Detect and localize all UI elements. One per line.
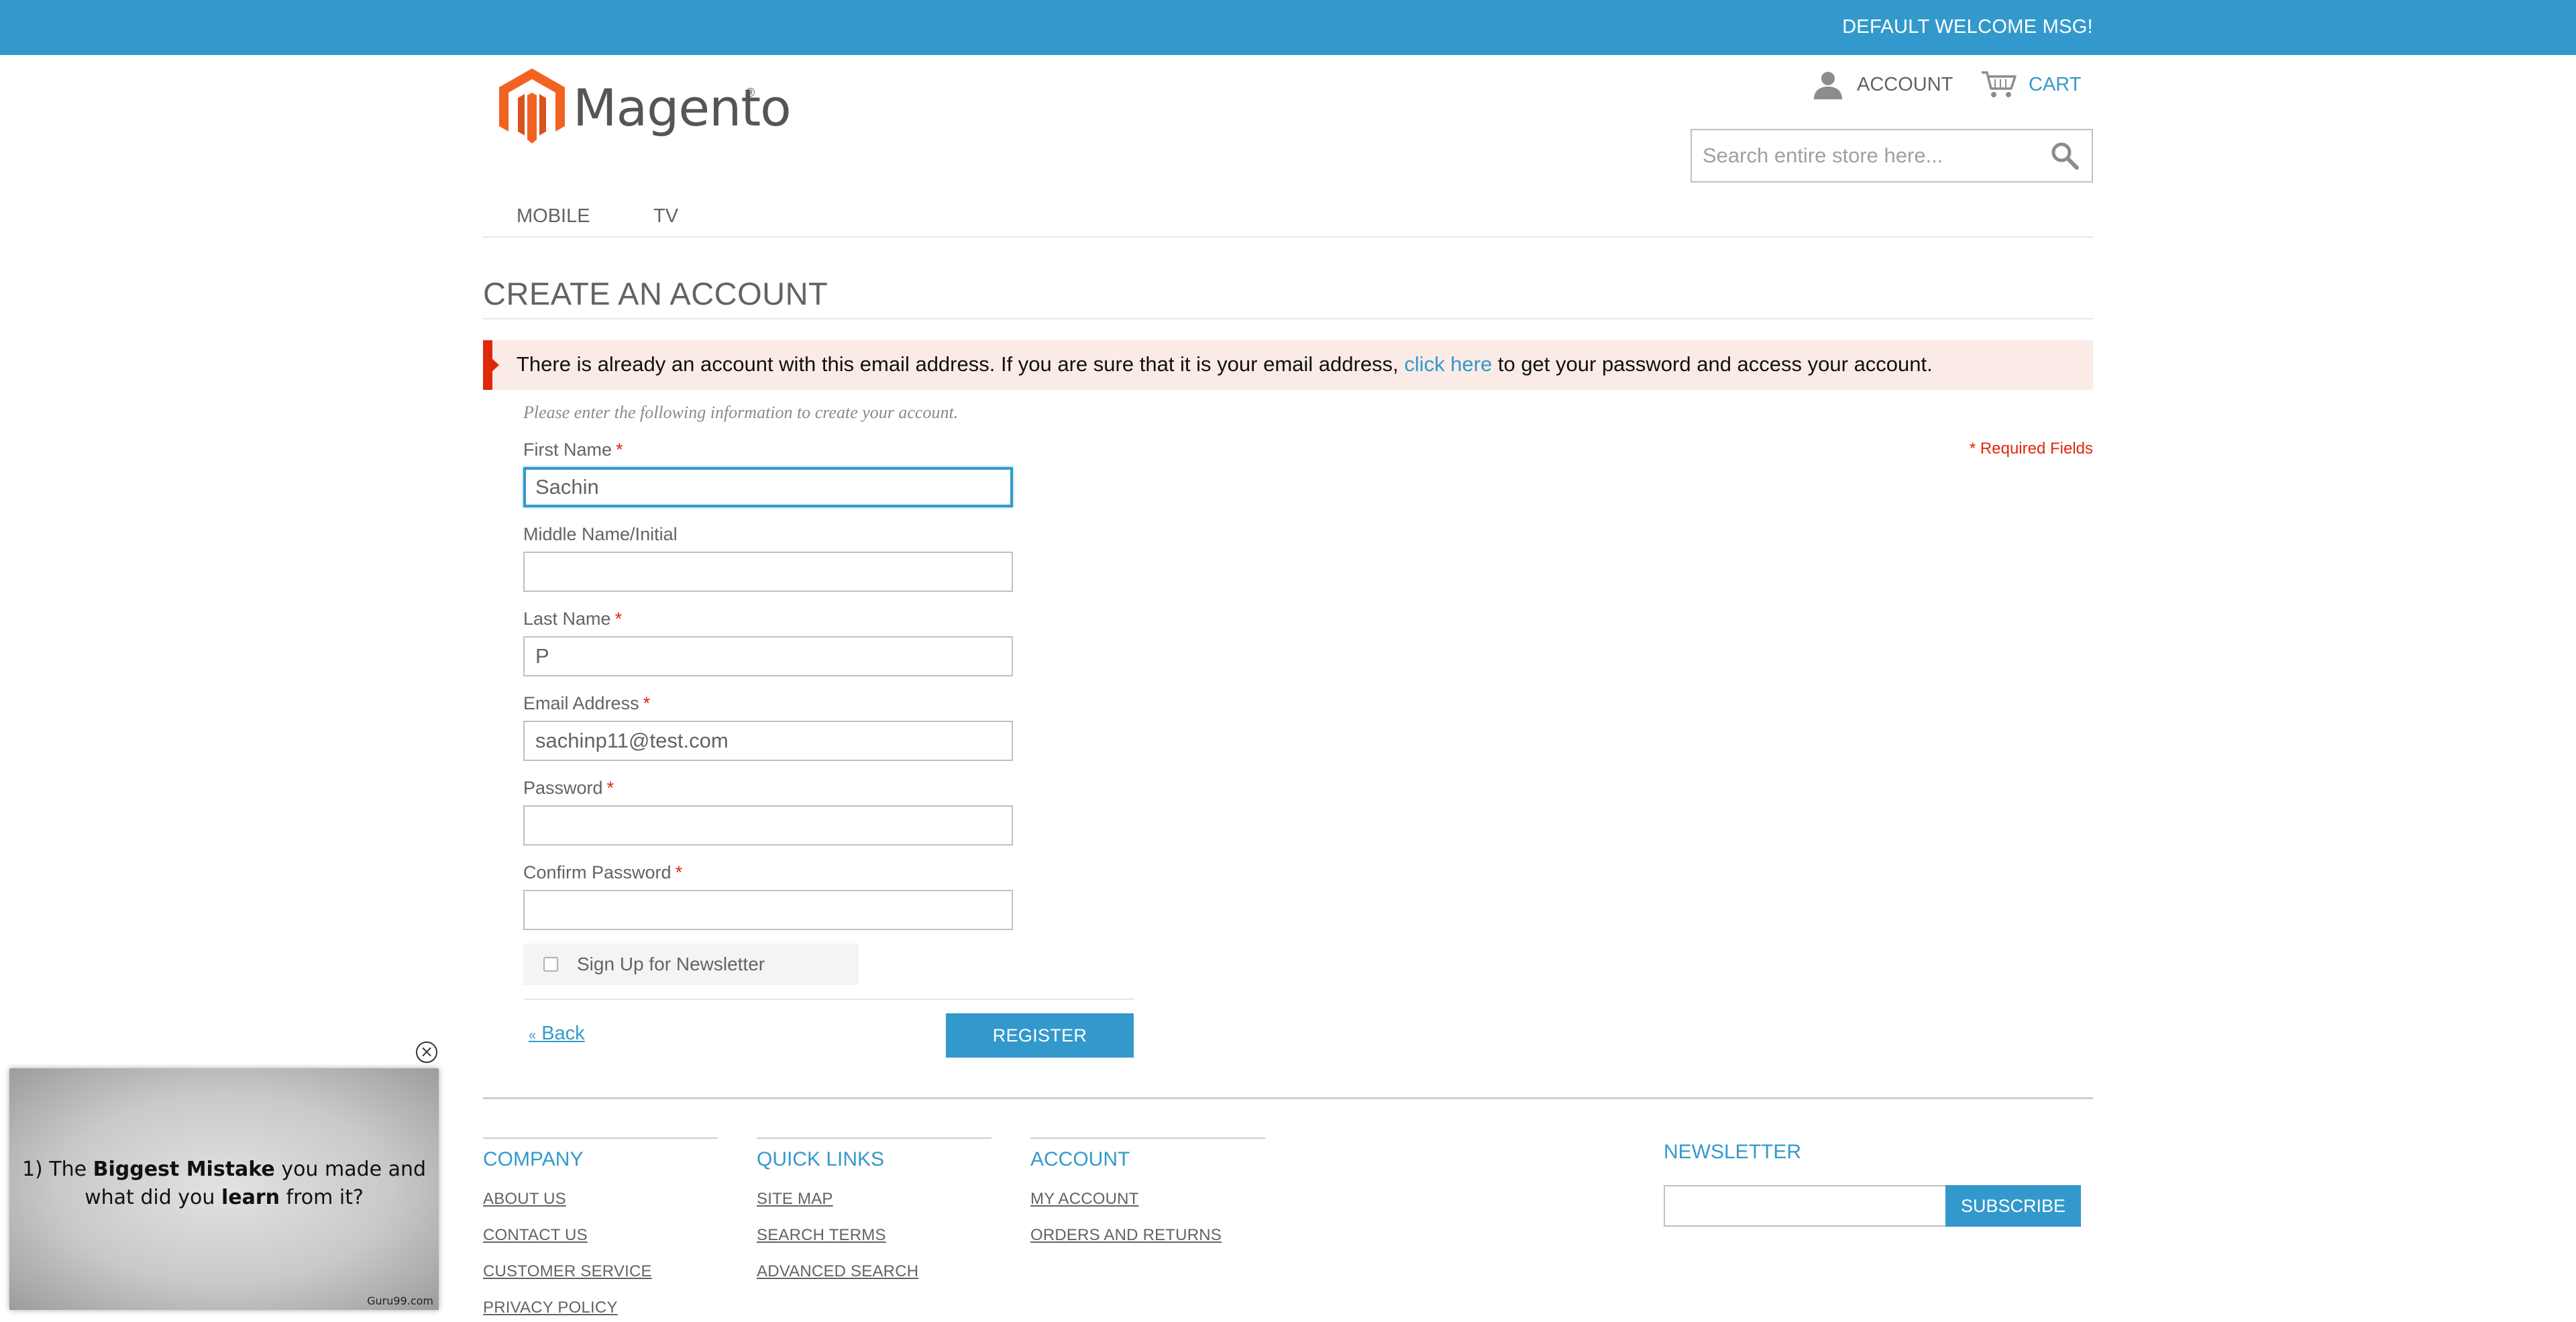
video-popup[interactable]: 1) The Biggest Mistake you made and what…	[9, 1068, 439, 1310]
error-text-before: There is already an account with this em…	[517, 352, 1405, 376]
popup-q-mid1: you made and	[274, 1158, 427, 1181]
account-label: ACCOUNT	[1857, 73, 1953, 95]
welcome-message: DEFAULT WELCOME MSG!	[1842, 16, 2093, 38]
newsletter-email-input[interactable]	[1664, 1185, 1947, 1227]
register-button[interactable]: REGISTER	[946, 1013, 1134, 1058]
footer-company: COMPANY ABOUT US CONTACT US CUSTOMER SER…	[483, 1137, 718, 1317]
newsletter-checkbox-label[interactable]: Sign Up for Newsletter	[577, 954, 765, 975]
page-title: CREATE AN ACCOUNT	[483, 276, 828, 311]
last-name-label: Last Name *	[523, 609, 622, 629]
first-name-field[interactable]	[523, 467, 1013, 507]
middle-name-label-text: Middle Name/Initial	[523, 524, 678, 544]
search-button[interactable]	[2050, 141, 2080, 174]
required-mark: *	[675, 862, 683, 882]
search-input[interactable]	[1692, 130, 2041, 181]
back-link[interactable]: « Back	[529, 1023, 585, 1045]
form-intro: Please enter the following information t…	[523, 403, 959, 422]
search-icon	[2051, 142, 2079, 170]
cart-label: CART	[2029, 73, 2082, 95]
logo-registered-mark: ®	[746, 86, 755, 99]
logo-text: Magento	[573, 78, 792, 138]
footer-column-rule	[483, 1137, 718, 1139]
footer-account: ACCOUNT MY ACCOUNT ORDERS AND RETURNS	[1030, 1137, 1265, 1245]
popup-q-suffix: from it?	[279, 1186, 364, 1209]
account-link[interactable]: ACCOUNT	[1813, 70, 1953, 99]
error-text: There is already an account with this em…	[517, 352, 1933, 376]
confirm-password-field[interactable]	[523, 890, 1013, 930]
footer-quick-links: QUICK LINKS SITE MAP SEARCH TERMS ADVANC…	[757, 1137, 991, 1281]
footer-divider	[483, 1097, 2093, 1099]
required-mark: *	[616, 440, 623, 460]
footer-quick-links-heading: QUICK LINKS	[757, 1148, 885, 1170]
footer-link-contact-us[interactable]: CONTACT US	[483, 1226, 718, 1245]
store-logo[interactable]: Magento ®	[495, 66, 792, 146]
popup-q-bold1: Biggest Mistake	[93, 1158, 275, 1181]
footer-link-orders-and-returns[interactable]: ORDERS AND RETURNS	[1030, 1226, 1265, 1245]
footer-column-rule	[757, 1137, 991, 1139]
confirm-password-label: Confirm Password *	[523, 862, 682, 883]
cart-icon	[1982, 71, 2017, 97]
footer-newsletter-heading: NEWSLETTER	[1664, 1141, 1802, 1163]
password-label: Password *	[523, 778, 614, 799]
last-name-field[interactable]	[523, 636, 1013, 676]
first-name-label-text: First Name	[523, 440, 612, 460]
search-box	[1690, 129, 2093, 183]
popup-q-line2-prefix: what did you	[85, 1186, 221, 1209]
footer-column-rule	[1030, 1137, 1265, 1139]
confirm-password-label-text: Confirm Password	[523, 862, 672, 882]
password-field[interactable]	[523, 805, 1013, 846]
first-name-label: First Name *	[523, 440, 623, 460]
newsletter-checkbox[interactable]	[543, 957, 558, 972]
close-icon: ×	[419, 1042, 434, 1061]
popup-q-prefix: 1) The	[21, 1158, 93, 1181]
popup-close-button[interactable]: ×	[416, 1041, 437, 1063]
last-name-label-text: Last Name	[523, 609, 611, 629]
footer-link-advanced-search[interactable]: ADVANCED SEARCH	[757, 1262, 991, 1281]
email-field[interactable]	[523, 721, 1013, 761]
required-mark: *	[614, 609, 623, 629]
welcome-bar: DEFAULT WELCOME MSG!	[0, 0, 2576, 55]
forgot-password-link[interactable]: click here	[1404, 352, 1492, 376]
error-message: There is already an account with this em…	[483, 340, 2093, 390]
footer-company-heading: COMPANY	[483, 1148, 584, 1170]
user-icon	[1814, 72, 1842, 99]
footer-link-customer-service[interactable]: CUSTOMER SERVICE	[483, 1262, 718, 1281]
subscribe-button[interactable]: SUBSCRIBE	[1945, 1185, 2081, 1227]
popup-brand: Guru99.com	[367, 1294, 433, 1307]
middle-name-label: Middle Name/Initial	[523, 524, 678, 545]
footer-link-site-map[interactable]: SITE MAP	[757, 1190, 991, 1209]
required-mark: *	[606, 778, 614, 798]
footer-link-search-terms[interactable]: SEARCH TERMS	[757, 1226, 991, 1245]
email-label: Email Address *	[523, 693, 650, 714]
back-arrow: «	[529, 1028, 537, 1043]
footer-account-heading: ACCOUNT	[1030, 1148, 1130, 1170]
popup-question: 1) The Biggest Mistake you made and what…	[9, 1156, 439, 1212]
footer-link-about-us[interactable]: ABOUT US	[483, 1190, 718, 1209]
back-label: Back	[541, 1023, 585, 1044]
magento-logo-icon	[499, 68, 565, 144]
middle-name-field[interactable]	[523, 552, 1013, 592]
popup-q-bold2: learn	[221, 1186, 280, 1209]
email-label-text: Email Address	[523, 693, 639, 713]
form-divider	[523, 999, 1134, 1000]
password-label-text: Password	[523, 778, 603, 798]
required-fields-note: * Required Fields	[1969, 440, 2093, 458]
newsletter-signup[interactable]: Sign Up for Newsletter	[523, 944, 859, 985]
cart-link[interactable]: CART	[1980, 70, 2081, 99]
error-marker	[491, 358, 499, 372]
error-text-after: to get your password and access your acc…	[1492, 352, 1933, 376]
footer-link-privacy-policy[interactable]: PRIVACY POLICY	[483, 1299, 718, 1317]
nav-item-mobile[interactable]: MOBILE	[517, 205, 590, 227]
footer-link-my-account[interactable]: MY ACCOUNT	[1030, 1190, 1265, 1209]
nav-item-tv[interactable]: TV	[653, 205, 678, 227]
required-mark: *	[643, 693, 651, 713]
main-nav: MOBILE TV	[483, 201, 2093, 238]
page-title-area: CREATE AN ACCOUNT	[483, 275, 2093, 319]
